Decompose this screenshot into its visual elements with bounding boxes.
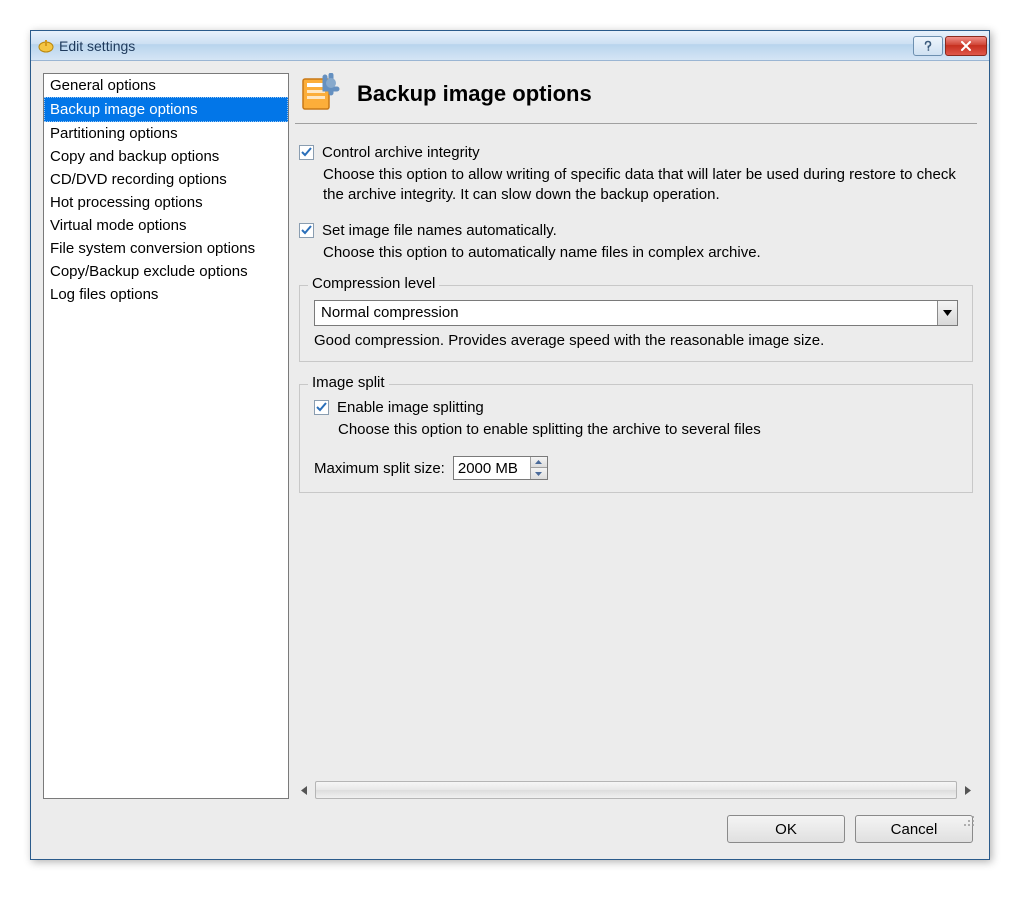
main-panel: Backup image options Control archive int… [295, 73, 977, 799]
help-button[interactable] [913, 36, 943, 56]
scroll-track[interactable] [315, 781, 957, 799]
integrity-checkbox[interactable] [299, 145, 314, 160]
integrity-desc: Choose this option to allow writing of s… [323, 165, 973, 206]
split-size-spinner [453, 456, 548, 480]
split-size-row: Maximum split size: [314, 456, 958, 480]
window-title: Edit settings [59, 38, 913, 54]
dialog-window: Edit settings General options Backup ima… [30, 30, 990, 860]
sidebar-item-exclude[interactable]: Copy/Backup exclude options [44, 260, 288, 283]
sidebar-item-cd-dvd[interactable]: CD/DVD recording options [44, 168, 288, 191]
autoname-desc: Choose this option to automatically name… [323, 243, 973, 263]
titlebar: Edit settings [31, 31, 989, 61]
sidebar-item-hot-processing[interactable]: Hot processing options [44, 191, 288, 214]
spinner-down-button[interactable] [531, 468, 547, 479]
split-enable-label: Enable image splitting [337, 399, 484, 416]
sidebar-item-copy-backup[interactable]: Copy and backup options [44, 145, 288, 168]
panel-content: Control archive integrity Choose this op… [295, 144, 977, 775]
split-size-input[interactable] [454, 457, 530, 479]
cancel-button[interactable]: Cancel [855, 815, 973, 843]
sidebar-item-backup-image[interactable]: Backup image options [44, 97, 288, 122]
content-area: General options Backup image options Par… [43, 73, 977, 799]
compression-dropdown[interactable]: Normal compression [314, 300, 958, 326]
ok-button[interactable]: OK [727, 815, 845, 843]
autoname-checkbox[interactable] [299, 223, 314, 238]
dialog-body: General options Backup image options Par… [31, 61, 989, 859]
split-enable-checkbox[interactable] [314, 400, 329, 415]
panel-header: Backup image options [295, 73, 977, 123]
scroll-left-icon[interactable] [295, 781, 313, 799]
compression-group: Compression level Normal compression Goo… [299, 285, 973, 362]
split-group-title: Image split [308, 374, 389, 391]
sidebar-item-virtual-mode[interactable]: Virtual mode options [44, 214, 288, 237]
split-enable-desc: Choose this option to enable splitting t… [338, 420, 958, 440]
split-group: Image split Enable image splitting Choos… [299, 384, 973, 493]
spinner-up-button[interactable] [531, 457, 547, 468]
scroll-right-icon[interactable] [959, 781, 977, 799]
split-size-label: Maximum split size: [314, 460, 445, 477]
horizontal-scrollbar[interactable] [295, 781, 977, 799]
dropdown-arrow-icon [937, 301, 957, 325]
settings-icon [299, 73, 341, 115]
autoname-label: Set image file names automatically. [322, 222, 557, 239]
sidebar-item-partitioning[interactable]: Partitioning options [44, 122, 288, 145]
compression-value: Normal compression [321, 304, 937, 321]
sidebar: General options Backup image options Par… [43, 73, 289, 799]
compression-group-title: Compression level [308, 275, 439, 292]
titlebar-buttons [913, 36, 987, 56]
sidebar-item-fs-conversion[interactable]: File system conversion options [44, 237, 288, 260]
integrity-option: Control archive integrity Choose this op… [299, 144, 973, 206]
panel-title: Backup image options [357, 81, 592, 107]
compression-desc: Good compression. Provides average speed… [314, 332, 958, 349]
dialog-buttons: OK Cancel [43, 799, 977, 847]
resize-grip-icon[interactable] [961, 813, 975, 827]
sidebar-item-log-files[interactable]: Log files options [44, 283, 288, 306]
integrity-label: Control archive integrity [322, 144, 480, 161]
panel-rule [295, 123, 977, 124]
app-icon [37, 37, 55, 55]
close-button[interactable] [945, 36, 987, 56]
sidebar-item-general[interactable]: General options [44, 74, 288, 97]
autoname-option: Set image file names automatically. Choo… [299, 222, 973, 263]
